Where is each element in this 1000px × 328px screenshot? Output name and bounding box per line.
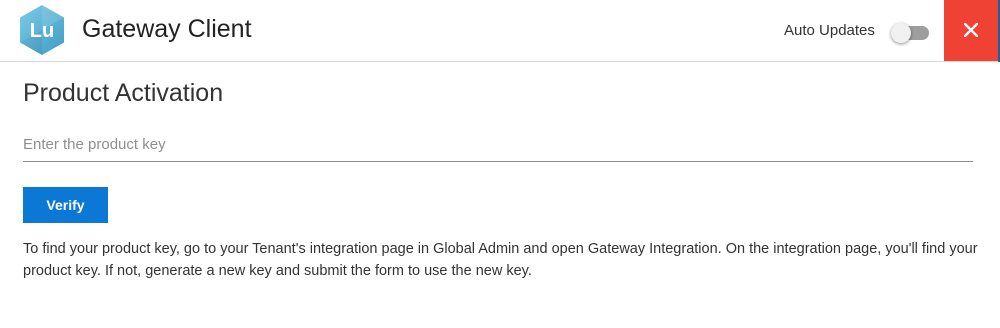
verify-button[interactable]: Verify <box>23 187 108 223</box>
gateway-client-window: Lu Gateway Client Auto Updates Product A… <box>0 0 1000 328</box>
header-bar: Lu Gateway Client Auto Updates <box>0 0 1000 62</box>
logo-hexagon-icon: Lu <box>20 5 64 55</box>
product-key-input[interactable] <box>23 128 973 162</box>
app-logo: Lu <box>19 4 65 56</box>
page-title: Product Activation <box>23 79 224 107</box>
auto-updates-toggle[interactable] <box>891 23 929 43</box>
toggle-knob <box>891 23 911 43</box>
close-button[interactable] <box>944 0 998 61</box>
auto-updates-label: Auto Updates <box>784 22 875 39</box>
app-title: Gateway Client <box>82 15 252 43</box>
help-text: To find your product key, go to your Ten… <box>23 241 978 279</box>
svg-text:Lu: Lu <box>30 20 54 42</box>
close-icon <box>964 23 978 37</box>
